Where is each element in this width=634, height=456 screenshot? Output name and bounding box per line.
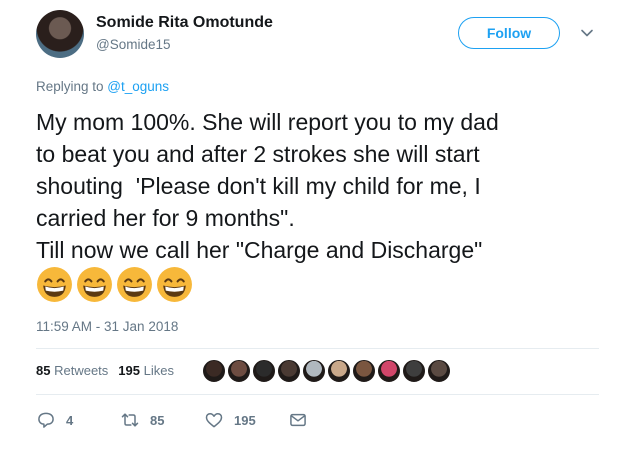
grinning-face-icon [37, 267, 72, 302]
retweets-count: 85 [36, 363, 51, 378]
liker-avatar[interactable] [277, 359, 301, 383]
tweet-text-line: My mom 100%. She will report you to my d… [36, 109, 499, 135]
retweet-count: 85 [150, 412, 165, 428]
tweet-text-line: to beat you and after 2 strokes she will… [36, 141, 480, 167]
envelope-icon [290, 413, 306, 427]
grinning-face-icon [157, 267, 192, 302]
heart-icon [205, 413, 223, 428]
divider [36, 348, 599, 349]
tweet-text-line: Till now we call her "Charge and Dischar… [36, 237, 483, 263]
grinning-face-icon [77, 267, 112, 302]
follow-button[interactable]: Follow [458, 17, 560, 49]
liker-avatar[interactable] [227, 359, 251, 383]
author-name[interactable]: Somide Rita Omotunde [96, 14, 273, 32]
tweet-text: My mom 100%. She will report you to my d… [36, 106, 616, 266]
retweet-icon [121, 413, 139, 427]
chevron-down-icon[interactable] [580, 26, 594, 40]
divider [36, 394, 599, 395]
likes-label: Likes [143, 363, 174, 378]
tweet-text-line: carried her for 9 months". [36, 205, 295, 231]
grinning-face-icon [117, 267, 152, 302]
likes-stat[interactable]: 195 Likes [118, 363, 174, 378]
tweet-actions: 4 85 195 [36, 410, 372, 430]
like-action[interactable]: 195 [204, 410, 288, 430]
liker-avatar[interactable] [427, 359, 451, 383]
author-handle[interactable]: @Somide15 [96, 37, 171, 52]
liker-avatar[interactable] [302, 359, 326, 383]
retweets-label: Retweets [54, 363, 109, 378]
tweet-text-line: shouting 'Please don't kill my child for… [36, 173, 481, 199]
liker-avatar[interactable] [377, 359, 401, 383]
liker-avatar[interactable] [402, 359, 426, 383]
tweet-stats: 85 Retweets 195 Likes [36, 363, 174, 378]
author-avatar[interactable] [36, 10, 84, 58]
direct-message-action[interactable] [288, 410, 372, 430]
liker-avatar[interactable] [252, 359, 276, 383]
retweet-action[interactable]: 85 [120, 410, 204, 430]
like-count: 195 [234, 412, 256, 428]
liker-avatars [202, 359, 451, 383]
retweets-stat[interactable]: 85 Retweets [36, 363, 108, 378]
liker-avatar[interactable] [202, 359, 226, 383]
tweet-timestamp[interactable]: 11:59 AM - 31 Jan 2018 [36, 319, 178, 334]
reply-count: 4 [66, 412, 74, 428]
liker-avatar[interactable] [352, 359, 376, 383]
replying-to-mention[interactable]: @t_oguns [107, 79, 169, 94]
likes-count: 195 [118, 363, 140, 378]
replying-to: Replying to @t_oguns [36, 79, 169, 94]
reply-icon [38, 412, 54, 428]
replying-prefix: Replying to [36, 79, 108, 94]
emoji-row [36, 266, 193, 303]
liker-avatar[interactable] [327, 359, 351, 383]
reply-action[interactable]: 4 [36, 410, 120, 430]
